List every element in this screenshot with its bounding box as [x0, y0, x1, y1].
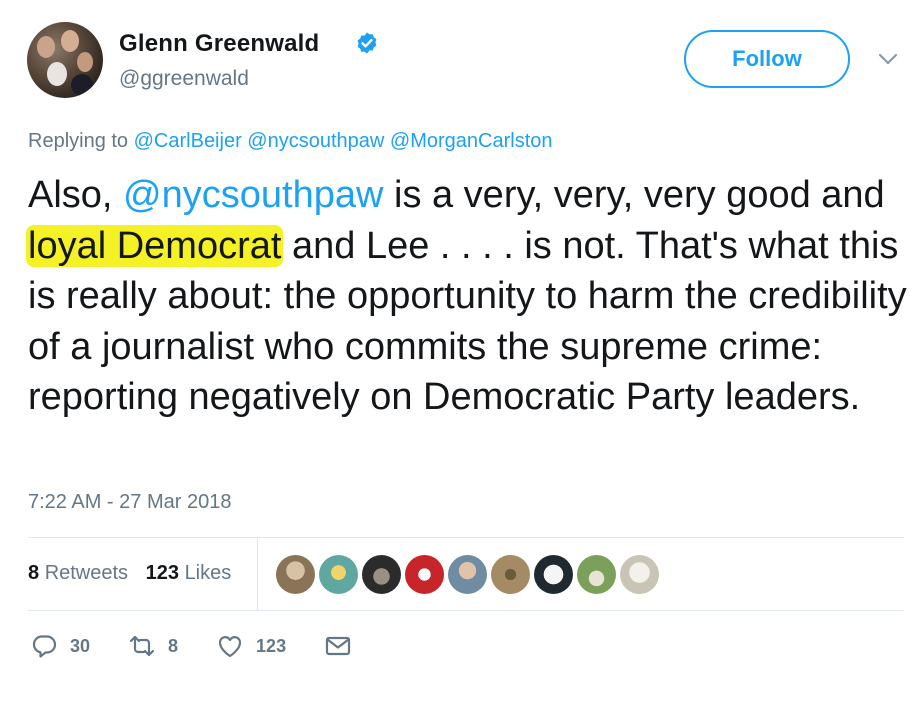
divider: [28, 537, 904, 538]
liker-avatar[interactable]: [620, 555, 659, 594]
stats-divider: [257, 538, 258, 610]
reply-button[interactable]: 30: [30, 632, 90, 660]
tweet-stats: 8 Retweets 123 Likes: [28, 562, 231, 585]
author-handle[interactable]: @ggreenwald: [119, 67, 249, 91]
action-bar: 30 8 123: [30, 632, 390, 660]
follow-button[interactable]: Follow: [684, 30, 850, 88]
heart-icon: [218, 636, 242, 658]
tweet-text-part: Also,: [28, 174, 124, 216]
reply-count: 30: [70, 635, 91, 656]
tweet-text-part: is a very, very, very good and: [383, 174, 885, 216]
tweet-text: Also, @nycsouthpaw is a very, very, very…: [26, 170, 908, 423]
verified-badge-icon: [357, 32, 377, 54]
reply-mention[interactable]: @MorganCarlston: [390, 130, 553, 152]
retweet-count: 8: [168, 635, 179, 656]
liker-avatar[interactable]: [276, 555, 315, 594]
author-name[interactable]: Glenn Greenwald: [119, 30, 319, 58]
direct-message-button[interactable]: [324, 632, 352, 660]
like-count: 123: [256, 635, 287, 656]
tweet-mention[interactable]: @nycsouthpaw: [123, 174, 383, 216]
retweets-stat[interactable]: 8 Retweets: [28, 562, 128, 584]
retweet-button[interactable]: 8: [128, 632, 178, 660]
reply-context: Replying to @CarlBeijer @nycsouthpaw @Mo…: [28, 130, 553, 153]
envelope-icon: [325, 636, 351, 656]
liker-avatar[interactable]: [534, 555, 573, 594]
tweet-highlight: loyal Democrat: [26, 224, 284, 267]
divider: [28, 610, 904, 611]
reply-prefix: Replying to: [28, 130, 129, 152]
avatar[interactable]: [27, 22, 103, 98]
retweet-icon: [129, 635, 155, 657]
liker-avatar[interactable]: [448, 555, 487, 594]
likes-stat[interactable]: 123 Likes: [146, 562, 232, 584]
liker-avatar[interactable]: [362, 555, 401, 594]
reply-icon: [32, 635, 57, 658]
reply-mention[interactable]: @nycsouthpaw: [247, 130, 384, 152]
chevron-down-icon[interactable]: [878, 52, 898, 66]
like-button[interactable]: 123: [216, 632, 286, 660]
reply-mention[interactable]: @CarlBeijer: [134, 130, 242, 152]
likers-avatars: [276, 555, 659, 594]
liker-avatar[interactable]: [577, 555, 616, 594]
liker-avatar[interactable]: [491, 555, 530, 594]
liker-avatar[interactable]: [319, 555, 358, 594]
tweet-timestamp[interactable]: 7:22 AM - 27 Mar 2018: [28, 491, 231, 514]
liker-avatar[interactable]: [405, 555, 444, 594]
